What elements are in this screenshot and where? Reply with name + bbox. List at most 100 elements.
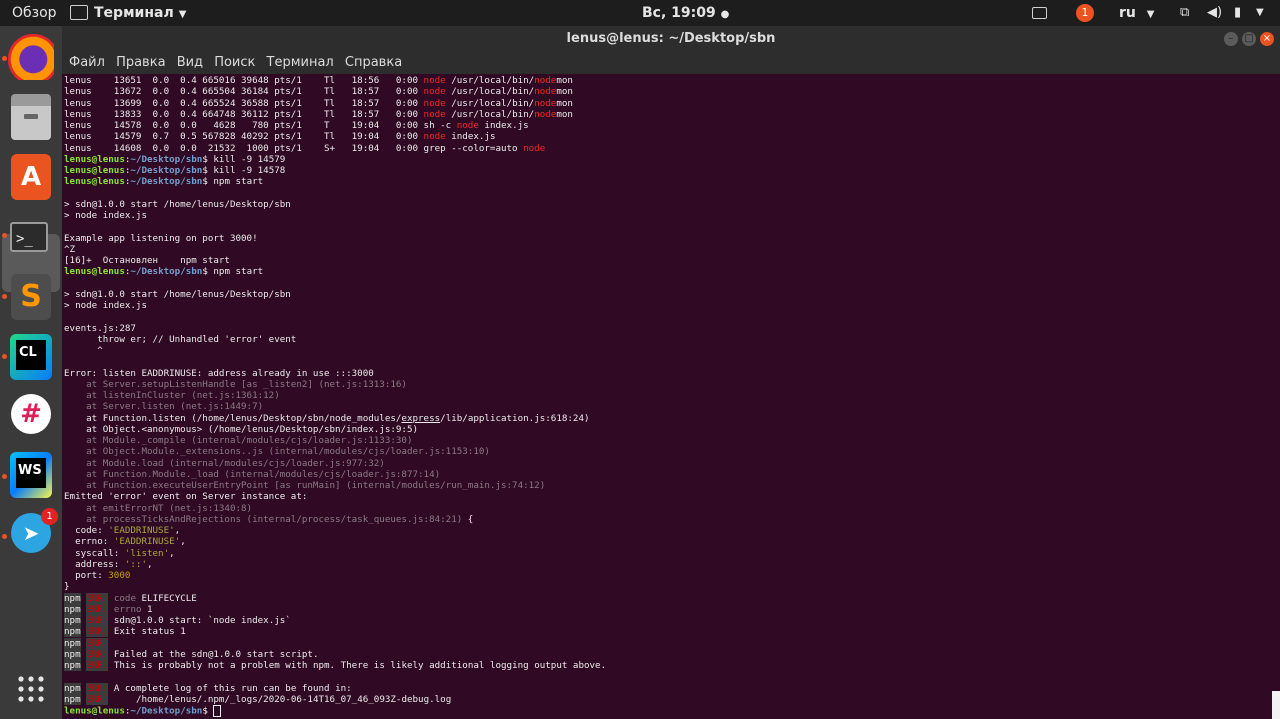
language-label: ru bbox=[1119, 5, 1136, 21]
terminal-line: at Server.setupListenHandle [as _listen2… bbox=[64, 379, 606, 390]
running-indicator bbox=[2, 294, 7, 299]
terminal-text: 'EADDRINUSE' bbox=[108, 525, 175, 536]
terminal-text: node bbox=[456, 120, 479, 131]
app-menu-button[interactable]: Терминал ▼ bbox=[70, 0, 186, 26]
terminal-text: /usr/local/bin/ bbox=[445, 108, 535, 120]
terminal-text: ~/Desktop/sbn bbox=[130, 153, 203, 165]
terminal-text: express bbox=[401, 412, 441, 424]
menu-bar: Файл Правка Вид Поиск Терминал Справка bbox=[62, 52, 1280, 74]
terminal-line: npm ERR! Exit status 1 bbox=[64, 626, 606, 638]
terminal-line: [16]+ Остановлен npm start bbox=[64, 255, 606, 266]
software-center-icon[interactable]: A bbox=[11, 154, 51, 200]
firefox-icon[interactable] bbox=[8, 34, 54, 80]
terminal-text: lenus 14578 0.0 0.0 4628 780 pts/1 T 19:… bbox=[64, 120, 457, 131]
terminal-text: node bbox=[423, 108, 446, 120]
minimize-button[interactable]: – bbox=[1224, 32, 1238, 46]
terminal-text: npm bbox=[64, 682, 81, 694]
terminal-line: npm ERR! A complete log of this run can … bbox=[64, 682, 606, 694]
volume-icon[interactable]: ◀) bbox=[1207, 0, 1222, 26]
notification-badge-icon[interactable]: 1 bbox=[1076, 4, 1094, 22]
terminal-line: Error: listen EADDRINUSE: address alread… bbox=[64, 368, 606, 379]
show-applications-icon[interactable] bbox=[16, 674, 46, 704]
terminal-line: lenus 13699 0.0 0.4 665524 36588 pts/1 T… bbox=[64, 98, 606, 109]
terminal-text: lenus 13672 0.0 0.4 665504 36184 pts/1 T… bbox=[64, 86, 424, 98]
terminal-text: '::' bbox=[124, 558, 147, 570]
terminal-text: , bbox=[147, 558, 153, 570]
menu-edit[interactable]: Правка bbox=[116, 52, 165, 74]
terminal-line: code: 'EADDRINUSE', bbox=[64, 525, 606, 536]
terminal-text: at Module._compile (internal/modules/cjs… bbox=[64, 435, 413, 446]
system-menu-chevron-icon[interactable]: ▼ bbox=[1256, 0, 1264, 26]
menu-file[interactable]: Файл bbox=[69, 52, 105, 74]
terminal-text: mon bbox=[556, 97, 573, 109]
terminal-line: npm ERR! code ELIFECYCLE bbox=[64, 592, 606, 604]
menu-help[interactable]: Справка bbox=[345, 52, 402, 74]
terminal-line: > node index.js bbox=[64, 300, 606, 311]
clion-icon[interactable]: CL bbox=[10, 334, 52, 380]
terminal-line: ^Z bbox=[64, 244, 606, 255]
clock[interactable]: Вс, 19:09 ● bbox=[642, 0, 729, 26]
terminal-text: npm bbox=[64, 648, 81, 660]
running-indicator bbox=[2, 474, 7, 479]
menu-search[interactable]: Поиск bbox=[214, 52, 255, 74]
webstorm-icon[interactable]: WS bbox=[10, 452, 52, 498]
terminal-line: lenus@lenus:~/Desktop/sbn$ npm start bbox=[64, 266, 606, 277]
terminal-text: Error: listen EADDRINUSE: address alread… bbox=[64, 367, 374, 379]
terminal-output[interactable]: lenus 13651 0.0 0.4 665016 39648 pts/1 T… bbox=[62, 74, 1280, 719]
terminal-text: $ kill -9 14579 bbox=[202, 153, 286, 165]
terminal-line: ^ bbox=[64, 345, 606, 356]
terminal-line: at Module.load (internal/modules/cjs/loa… bbox=[64, 458, 606, 469]
terminal-icon[interactable]: >_ bbox=[10, 222, 48, 252]
terminal-line: } bbox=[64, 581, 606, 592]
terminal-text: lenus 14608 0.0 0.0 21532 1000 pts/1 S+ … bbox=[64, 142, 524, 154]
terminal-line: npm ERR! /home/lenus/.npm/_logs/2020-06-… bbox=[64, 693, 606, 705]
terminal-line: npm ERR! Failed at the sdn@1.0.0 start s… bbox=[64, 648, 606, 660]
window-title: lenus@lenus: ~/Desktop/sbn bbox=[566, 31, 776, 46]
terminal-text: 1 bbox=[141, 603, 153, 615]
terminal-text: mon bbox=[556, 86, 573, 98]
terminal-line: npm ERR! sdn@1.0.0 start: `node index.js… bbox=[64, 615, 606, 626]
terminal-text: lenus@lenus bbox=[64, 153, 125, 165]
terminal-line: at Module._compile (internal/modules/cjs… bbox=[64, 435, 606, 446]
terminal-text: lenus@lenus bbox=[64, 705, 125, 717]
terminal-line: address: '::', bbox=[64, 559, 606, 570]
terminal-text: lenus@lenus bbox=[64, 266, 125, 278]
terminal-text: npm bbox=[64, 693, 81, 705]
terminal-text: ERR! bbox=[86, 637, 109, 649]
terminal-line: at processTicksAndRejections (internal/p… bbox=[64, 514, 606, 525]
clock-label: Вс, 19:09 bbox=[642, 5, 716, 21]
sublime-text-icon[interactable]: S bbox=[11, 274, 51, 320]
window-titlebar[interactable]: lenus@lenus: ~/Desktop/sbn – □ × bbox=[62, 26, 1280, 52]
terminal-small-icon bbox=[70, 4, 88, 20]
terminal-text: , bbox=[174, 525, 181, 536]
notification-dot-icon: ● bbox=[720, 9, 730, 20]
terminal-text: Example app listening on port 3000! bbox=[64, 232, 258, 244]
terminal-text: lenus 14579 0.7 0.5 567828 40292 pts/1 T… bbox=[64, 131, 424, 143]
terminal-text: A complete log of this run can be found … bbox=[108, 682, 352, 694]
menu-view[interactable]: Вид bbox=[177, 52, 203, 74]
terminal-text: 3000 bbox=[108, 570, 131, 581]
maximize-button[interactable]: □ bbox=[1242, 32, 1256, 46]
chevron-down-icon: ▼ bbox=[1146, 9, 1155, 20]
terminal-text: throw er; // Unhandled 'error' event bbox=[64, 333, 297, 345]
battery-icon[interactable]: ▮ bbox=[1234, 0, 1241, 26]
terminal-text: ~/Desktop/sbn bbox=[130, 266, 203, 278]
terminal-text: $ kill -9 14578 bbox=[202, 165, 286, 176]
screen-record-icon[interactable] bbox=[1032, 0, 1047, 26]
terminal-text: at Server.listen (net.js:1449:7) bbox=[64, 401, 264, 413]
terminal-line: npm ERR! bbox=[64, 637, 606, 649]
menu-terminal[interactable]: Терминал bbox=[267, 52, 334, 74]
network-icon[interactable]: ⧉ bbox=[1180, 0, 1189, 26]
terminal-text: node bbox=[423, 75, 446, 86]
activities-button[interactable]: Обзор bbox=[12, 0, 57, 26]
terminal-text: ERR! bbox=[86, 626, 109, 638]
terminal-text: index.js bbox=[445, 131, 496, 143]
close-button[interactable]: × bbox=[1260, 32, 1274, 46]
terminal-text: errno: bbox=[64, 536, 114, 548]
terminal-text: ERR! bbox=[86, 615, 109, 626]
slack-icon[interactable]: # bbox=[11, 394, 51, 434]
terminal-line: lenus@lenus:~/Desktop/sbn$ kill -9 14579 bbox=[64, 154, 606, 165]
terminal-text: mon bbox=[556, 108, 573, 120]
language-selector[interactable]: ru ▼ bbox=[1119, 0, 1154, 26]
files-icon[interactable] bbox=[11, 94, 51, 140]
